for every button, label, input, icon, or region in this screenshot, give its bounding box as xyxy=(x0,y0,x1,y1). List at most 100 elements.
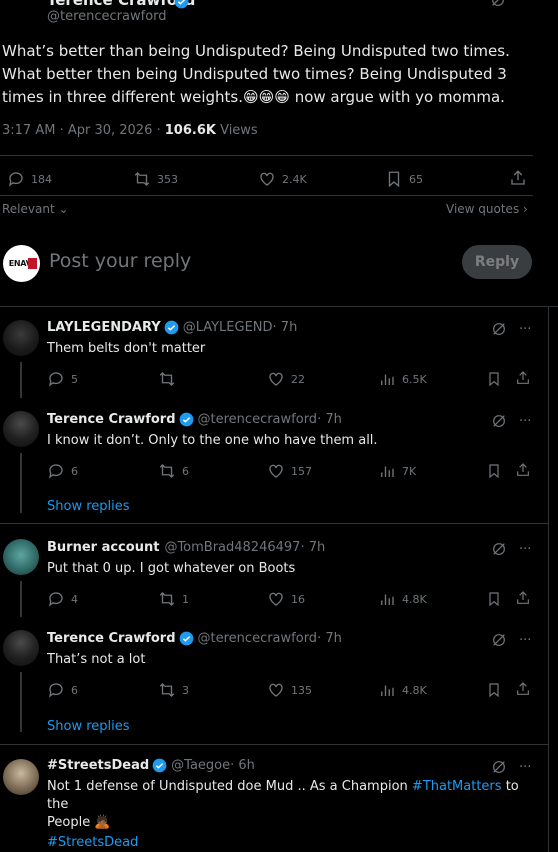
heart-icon xyxy=(269,372,283,386)
retweet-icon xyxy=(159,372,175,386)
reply-handle[interactable]: @terencecrawford xyxy=(198,412,318,427)
reply-time[interactable]: · 6h xyxy=(230,758,255,773)
tweet-time[interactable]: 3:17 AM · Apr 30, 2026 · xyxy=(2,123,165,138)
more-icon[interactable]: ··· xyxy=(519,414,531,429)
bookmark-button[interactable] xyxy=(486,591,502,611)
reply-author-name[interactable]: Terence Crawford xyxy=(47,412,176,427)
bookmark-action[interactable]: 65 xyxy=(385,170,423,188)
retweet-icon xyxy=(159,464,175,478)
reply-action[interactable]: 4 xyxy=(47,590,78,608)
share-button[interactable] xyxy=(515,590,531,610)
bookmark-button[interactable] xyxy=(486,682,502,702)
retweet-action[interactable]: 6 xyxy=(158,462,189,480)
like-action[interactable]: 2.4K xyxy=(258,170,307,188)
retweet-action[interactable]: 353 xyxy=(133,170,178,188)
bookmark-button[interactable] xyxy=(486,371,502,391)
retweet-action[interactable]: 1 xyxy=(158,590,189,608)
tweet-views-label: Views xyxy=(215,123,258,138)
reply-action[interactable]: 6 xyxy=(47,681,78,699)
share-action[interactable] xyxy=(509,169,527,187)
share-icon xyxy=(511,170,525,185)
more-icon[interactable]: ··· xyxy=(519,633,531,648)
reply-top-icons: ··· xyxy=(491,632,531,648)
view-quotes-link[interactable]: View quotes › xyxy=(446,202,528,216)
grok-icon[interactable] xyxy=(490,0,506,12)
divider xyxy=(0,155,533,156)
reply-time[interactable]: · 7h xyxy=(273,320,298,335)
bookmark-icon xyxy=(489,464,499,479)
show-replies-link[interactable]: Show replies xyxy=(47,499,130,514)
reply-handle[interactable]: @TomBrad48246497 xyxy=(164,540,300,555)
reply-author-name[interactable]: LAYLEGENDARY xyxy=(47,320,161,335)
more-icon[interactable]: ··· xyxy=(517,0,530,6)
views-action[interactable]: 6.5K xyxy=(378,370,427,388)
retweet-action[interactable] xyxy=(158,370,182,388)
views-count: 6.5K xyxy=(402,372,427,386)
views-action[interactable]: 4.8K xyxy=(378,681,427,699)
heart-icon xyxy=(269,592,283,606)
grok-icon[interactable] xyxy=(491,413,507,429)
retweet-count: 353 xyxy=(157,172,178,186)
grok-icon[interactable] xyxy=(491,759,507,775)
more-icon[interactable]: ··· xyxy=(519,322,531,337)
views-action[interactable]: 4.8K xyxy=(378,590,427,608)
reply-input[interactable]: Post your reply xyxy=(49,250,191,272)
avatar[interactable] xyxy=(3,539,39,575)
grok-icon[interactable] xyxy=(491,632,507,648)
reply-time[interactable]: · 7h xyxy=(317,412,342,427)
bookmark-icon xyxy=(489,592,499,607)
avatar[interactable] xyxy=(3,630,39,666)
retweet-icon xyxy=(159,592,175,606)
reply-count: 5 xyxy=(71,372,78,386)
reply-author-name[interactable]: Terence Crawford xyxy=(47,631,176,646)
like-action[interactable]: 22 xyxy=(267,370,305,388)
views-icon xyxy=(381,466,394,477)
composer-avatar[interactable]: ENAVI xyxy=(3,245,40,282)
reply-action[interactable]: 184 xyxy=(7,170,52,188)
like-action[interactable]: 16 xyxy=(267,590,305,608)
avatar[interactable] xyxy=(3,759,39,795)
reply-handle[interactable]: @Taegoe xyxy=(171,758,230,773)
reply-time[interactable]: · 7h xyxy=(317,631,342,646)
avatar[interactable] xyxy=(3,320,39,356)
hashtag-link[interactable]: #ThatMatters xyxy=(412,779,502,794)
reply-action[interactable]: 5 xyxy=(47,370,78,388)
more-icon[interactable]: ··· xyxy=(519,542,531,557)
grok-icon[interactable] xyxy=(491,541,507,557)
reply-count: 6 xyxy=(71,464,78,478)
views-icon xyxy=(381,685,394,696)
avatar[interactable] xyxy=(3,411,39,447)
hashtag-link[interactable]: #StreetsDead xyxy=(47,835,138,850)
tweet-handle[interactable]: @terencecrawford xyxy=(47,9,167,24)
like-count: 157 xyxy=(291,464,312,478)
more-icon[interactable]: ··· xyxy=(519,760,531,775)
reply-time[interactable]: · 7h xyxy=(300,540,325,555)
retweet-action[interactable]: 3 xyxy=(158,681,189,699)
bookmark-icon xyxy=(489,683,499,698)
share-button[interactable] xyxy=(515,462,531,482)
show-replies-link[interactable]: Show replies xyxy=(47,719,130,734)
relevant-filter[interactable]: Relevant ⌄ xyxy=(2,202,69,216)
grok-icon[interactable] xyxy=(491,321,507,337)
reply-action[interactable]: 6 xyxy=(47,462,78,480)
share-button[interactable] xyxy=(515,370,531,390)
reply-handle[interactable]: @terencecrawford xyxy=(198,631,318,646)
heart-icon xyxy=(260,172,274,186)
reply-author-name[interactable]: Burner account xyxy=(47,540,159,555)
reply-count: 4 xyxy=(71,592,78,606)
views-count: 4.8K xyxy=(402,592,427,606)
like-action[interactable]: 157 xyxy=(267,462,312,480)
heart-icon xyxy=(269,464,283,478)
share-icon xyxy=(517,591,529,604)
views-count: 7K xyxy=(402,464,417,478)
share-icon xyxy=(517,371,529,384)
reply-top-icons: ··· xyxy=(491,321,531,337)
share-button[interactable] xyxy=(515,681,531,701)
bookmark-button[interactable] xyxy=(486,463,502,483)
reply-handle[interactable]: @LAYLEGEND xyxy=(183,320,273,335)
reply-button[interactable]: Reply xyxy=(462,245,532,279)
views-action[interactable]: 7K xyxy=(378,462,416,480)
like-action[interactable]: 135 xyxy=(267,681,312,699)
reply-author-name[interactable]: #StreetsDead xyxy=(47,758,149,773)
verified-icon xyxy=(179,631,193,646)
